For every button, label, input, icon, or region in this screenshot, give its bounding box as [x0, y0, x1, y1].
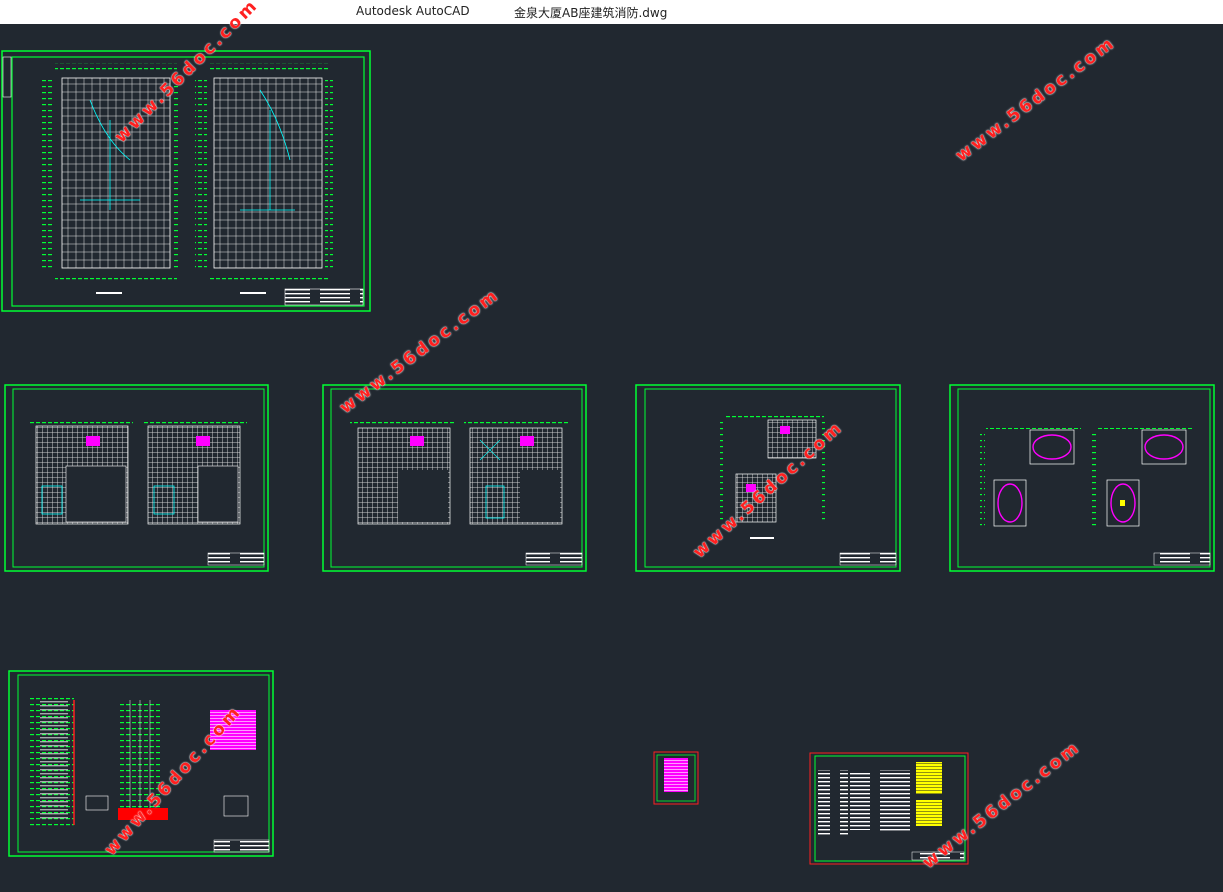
title-block — [284, 288, 364, 306]
sheet-detail-small[interactable] — [653, 751, 699, 805]
document-title: 金泉大厦AB座建筑消防.dwg — [514, 6, 668, 20]
sheet-floor-plans-large[interactable] — [1, 50, 371, 312]
sheet-floor-plans-row-2[interactable] — [322, 384, 587, 572]
app-title: Autodesk AutoCAD — [356, 4, 470, 18]
sheet-roof-plans[interactable] — [949, 384, 1215, 572]
title-bar: Autodesk AutoCAD 金泉大厦AB座建筑消防.dwg — [0, 0, 1223, 24]
sheet-floor-plans-row-1[interactable] — [4, 384, 269, 572]
plan-right — [195, 63, 333, 294]
